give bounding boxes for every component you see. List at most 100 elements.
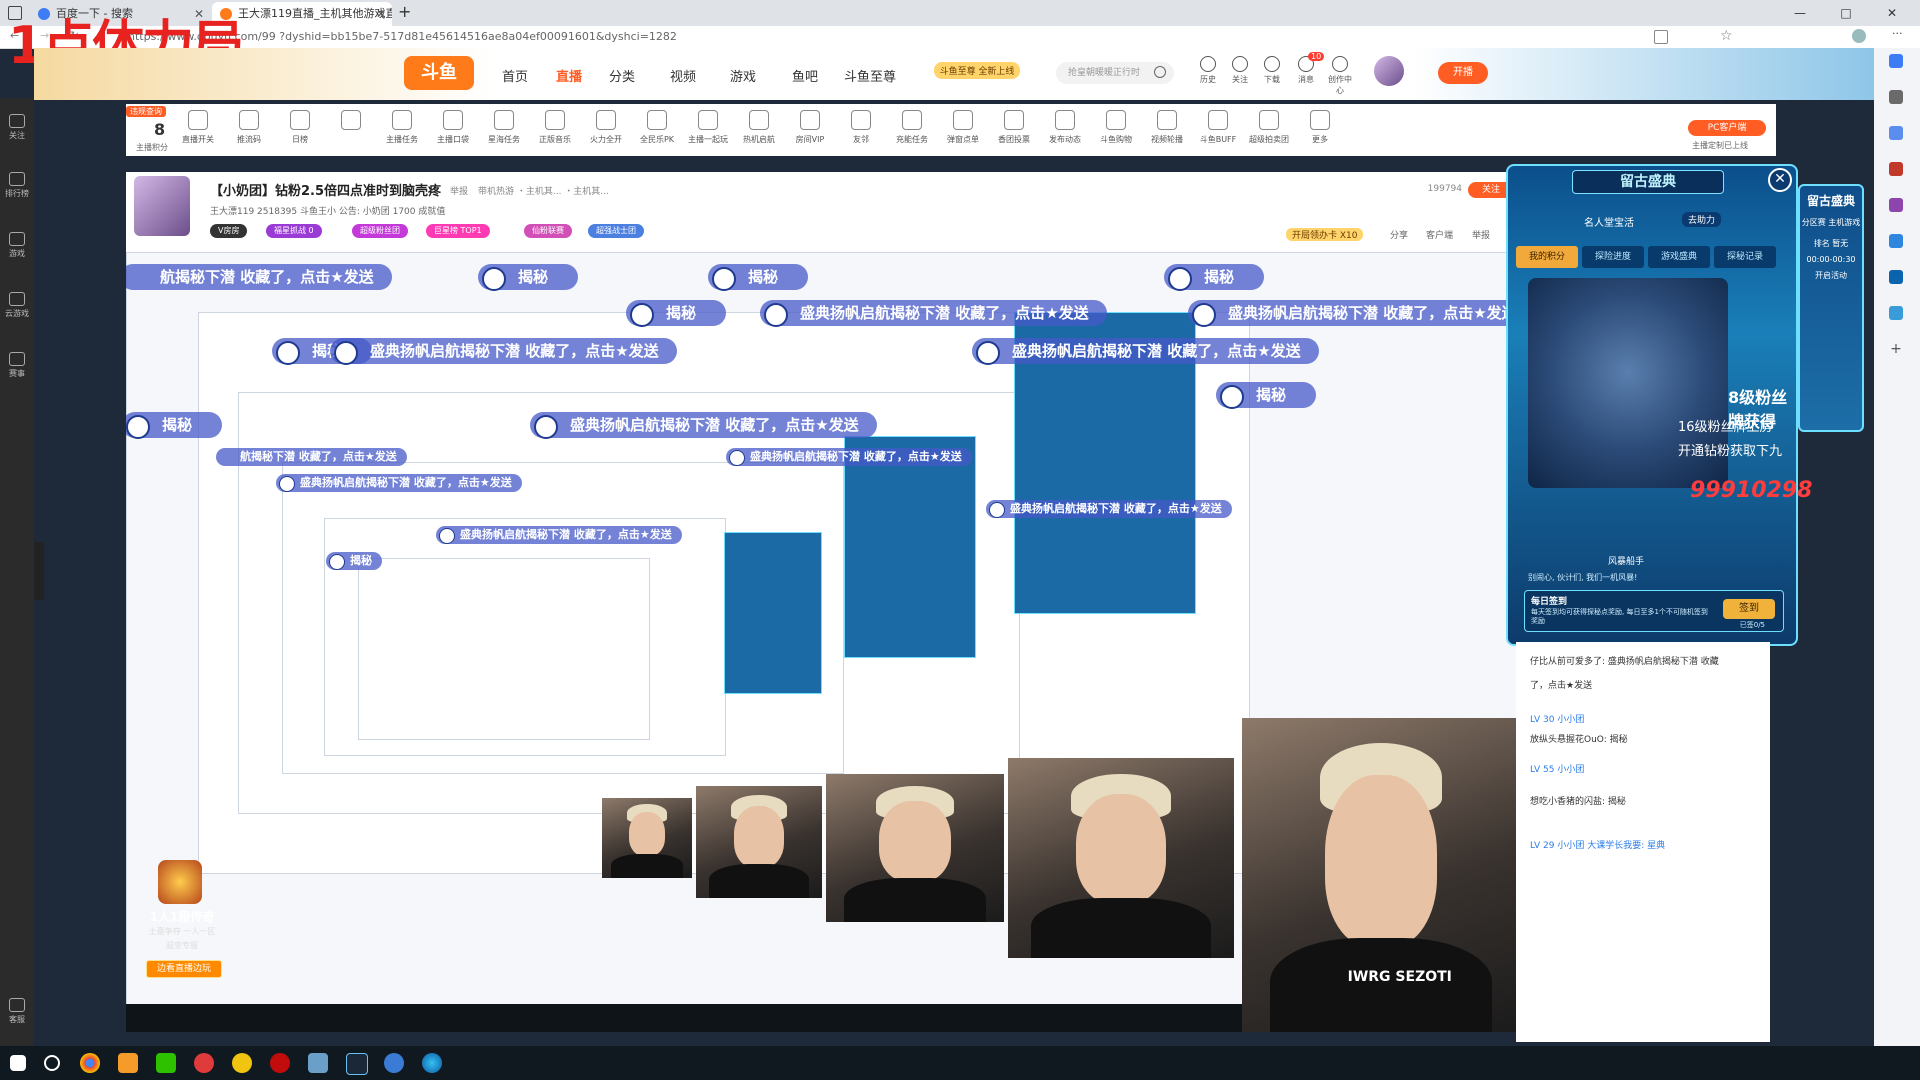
card-promo-link[interactable]: 开局领办卡 X10 [1286,228,1364,241]
sign-in-button[interactable]: 签到 [1723,599,1775,619]
toolbar-item[interactable]: 超级拍卖团 [1247,110,1291,145]
toolbar-item[interactable]: 主播任务 [380,110,424,145]
toolbar-item[interactable]: 发布动态 [1043,110,1087,145]
tab-explore-record[interactable]: 探秘记录 [1714,246,1776,268]
minimize-button[interactable]: — [1780,0,1820,26]
room-badge[interactable]: V房房 [210,224,248,238]
toolbar-item[interactable]: 房间VIP [788,110,832,145]
sidebar-item-events[interactable]: 赛事 [0,352,34,379]
maximize-button[interactable]: □ [1826,0,1866,26]
nav-yuba[interactable]: 鱼吧 [792,66,818,85]
category-link[interactable]: 带机热游 ・主机其... ・主机其... [478,184,609,197]
tab-my-points[interactable]: 我的积分 [1516,246,1578,268]
video-player[interactable]: 航揭秘下潜 收藏了，点击★发送 揭秘 揭秘 揭秘 揭秘 盛典扬帆启航揭秘下潜 收… [126,252,1516,1032]
app-yellow-icon[interactable] [232,1053,252,1073]
tab-explore-progress[interactable]: 探险进度 [1582,246,1644,268]
toolbar-item[interactable]: 弹窗点单 [941,110,985,145]
game-ad[interactable]: 1人1服传奇 土豪争夺 一人一区 超变专服 边看直播边玩 [136,860,228,980]
user-avatar[interactable] [1374,56,1404,86]
toolbar-item[interactable]: 香团投票 [992,110,1036,145]
wechat-icon[interactable] [156,1053,176,1073]
nav-video[interactable]: 视频 [670,66,696,85]
steam-icon[interactable] [346,1053,368,1075]
toolbar-item[interactable]: 热机启航 [737,110,781,145]
favorites-star-icon[interactable]: ☆ [1720,28,1733,44]
toolbar-item[interactable]: 更多 [1298,110,1342,145]
sidebar-collapse-handle[interactable] [34,542,44,600]
start-live-button[interactable]: 开播 [1438,62,1488,84]
streamer-avatar[interactable] [134,176,190,236]
toolbar-item[interactable]: 全民乐PK [635,110,679,145]
toolbar-item[interactable]: 推流码 [227,110,271,145]
toolbar-item[interactable]: 充能任务 [890,110,934,145]
toolbar-item[interactable] [329,110,373,134]
download-button[interactable]: 下载 [1258,56,1286,85]
toolbar-item[interactable]: 火力全开 [584,110,628,145]
toolbar-item[interactable]: 友邻 [839,110,883,145]
sidebar-item-rank[interactable]: 排行榜 [0,172,34,199]
close-icon[interactable]: ✕ [1768,168,1792,192]
tag-icon[interactable] [1889,126,1903,140]
outlook-icon[interactable] [1889,270,1903,284]
sidebar-item-cloud-game[interactable]: 云游戏 [0,292,34,319]
nav-home[interactable]: 首页 [502,66,528,85]
pc-client-button[interactable]: PC客户端 [1688,120,1766,136]
new-tab-button[interactable]: + [398,2,411,21]
toolbar-item[interactable]: 星海任务 [482,110,526,145]
close-icon[interactable]: ✕ [376,2,386,26]
more-menu-icon[interactable]: ··· [1892,27,1903,40]
netease-icon[interactable] [270,1053,290,1073]
nav-games[interactable]: 游戏 [730,66,756,85]
start-icon[interactable] [10,1055,26,1071]
briefcase-icon[interactable] [1889,162,1903,176]
toolbar-item[interactable]: 日榜 [278,110,322,145]
event-assist-button[interactable]: 去助力 [1682,212,1722,227]
follow-nav-button[interactable]: 关注 [1226,56,1254,85]
event-side-panel[interactable]: 留古盛典 分区赛 主机游戏 排名 暂无 00:00-00:30 开启活动 [1798,184,1864,432]
history-button[interactable]: 历史 [1194,56,1222,85]
room-badge[interactable]: 超级粉丝团 [352,224,408,238]
app-red-icon[interactable] [194,1053,214,1073]
read-aloud-icon[interactable] [1654,30,1668,44]
search-icon[interactable] [1889,90,1903,104]
nav-supreme[interactable]: 斗鱼至尊 [844,66,896,85]
toolbar-item[interactable]: 斗鱼购物 [1094,110,1138,145]
room-badge[interactable]: 巨星榜 TOP1 [426,224,490,238]
toolbar-item[interactable]: 主播口袋 [431,110,475,145]
app-2-icon[interactable] [308,1053,328,1073]
edge-icon[interactable] [422,1053,442,1073]
profile-avatar[interactable] [1852,29,1866,43]
chrome-icon[interactable] [80,1053,100,1073]
search-icon[interactable] [1154,66,1166,78]
sidebar-item-follow[interactable]: 关注 [0,114,34,141]
app-blue-icon[interactable] [384,1053,404,1073]
games-icon[interactable] [1889,198,1903,212]
room-badge[interactable]: 仙粉联赛 [524,224,572,238]
app-orange-icon[interactable] [118,1053,138,1073]
tab-game-festival[interactable]: 游戏盛典 [1648,246,1710,268]
toolbar-item[interactable]: 直播开关 [176,110,220,145]
client-link[interactable]: 客户端 [1426,228,1453,241]
violation-query-tag[interactable]: 违规查询 [126,106,166,117]
close-window-button[interactable]: ✕ [1872,0,1912,26]
search-icon[interactable] [44,1055,60,1071]
report-room-link[interactable]: 举报 [1472,228,1490,241]
toolbar-item[interactable]: 视频轮播 [1145,110,1189,145]
copilot-icon[interactable] [1889,234,1903,248]
report-link[interactable]: 举报 [450,184,468,197]
play-while-watching-button[interactable]: 边看直播边玩 [146,960,222,978]
nav-live[interactable]: 直播 [556,66,582,85]
add-icon[interactable]: + [1889,342,1903,356]
supreme-promo-badge[interactable]: 斗鱼至尊 全新上线 [934,62,1020,79]
bell-icon[interactable] [1889,54,1903,68]
send-icon[interactable] [1889,306,1903,320]
sidebar-item-games[interactable]: 游戏 [0,232,34,259]
toolbar-item[interactable]: 主播一起玩 [686,110,730,145]
toolbar-item[interactable]: 斗鱼BUFF [1196,110,1240,145]
share-link[interactable]: 分享 [1390,228,1408,241]
creator-center-button[interactable]: 创作中心 [1326,56,1354,96]
room-badge[interactable]: 福星抓战 0 [266,224,322,238]
sidebar-item-service[interactable]: 客服 [0,998,34,1025]
douyu-logo[interactable]: 斗鱼 [404,56,474,90]
video-controls-bar[interactable] [126,1004,1242,1032]
